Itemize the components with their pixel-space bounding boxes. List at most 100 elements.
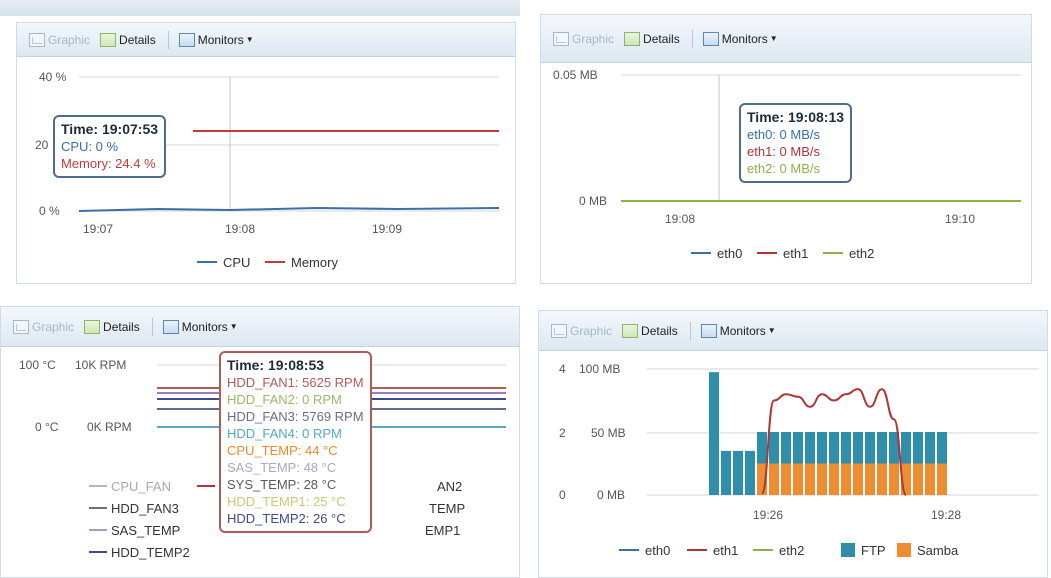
legend-samba-label[interactable]: Samba	[917, 543, 959, 558]
legend-hdd-fan3-label[interactable]: HDD_FAN3	[111, 501, 179, 516]
ftp-bar	[709, 372, 719, 495]
legend-eth1-label[interactable]: eth1	[783, 246, 808, 261]
samba-bar	[769, 463, 779, 495]
chevron-down-icon: ▼	[769, 34, 778, 43]
details-button[interactable]: Details	[618, 320, 682, 342]
graphic-button[interactable]: Graphic	[549, 28, 618, 50]
y-tick-label: 2	[559, 426, 566, 440]
legend-eth0-label[interactable]: eth0	[645, 543, 670, 558]
panel-toolbar: Graphic Details Monitors ▼	[539, 311, 1047, 351]
legend-hdd-temp2-label[interactable]: HDD_TEMP2	[111, 545, 190, 560]
monitors-icon	[162, 319, 179, 334]
ftp-bar	[937, 432, 947, 464]
tooltip-cpu: CPU: 0 %	[61, 139, 119, 154]
x-tick-label: 19:09	[372, 222, 402, 236]
ftp-bar	[865, 432, 875, 464]
ftp-bar	[841, 432, 851, 464]
tooltip-eth0: eth0: 0 MB/s	[747, 127, 820, 142]
chart-tooltip: Time: 19:07:53 CPU: 0 % Memory: 24.4 %	[53, 115, 167, 178]
graphic-button[interactable]: Graphic	[9, 316, 78, 338]
samba-bar	[889, 463, 899, 495]
x-tick-label: 19:08	[665, 212, 695, 226]
legend-eth0-label[interactable]: eth0	[717, 246, 742, 261]
graphic-icon	[553, 31, 569, 46]
ftp-bar	[913, 432, 923, 464]
monitors-dropdown[interactable]: Monitors ▼	[697, 320, 780, 342]
legend-partial-label[interactable]: AN2	[437, 479, 462, 494]
samba-bar	[925, 463, 935, 495]
tooltip-hdd-fan4: HDD_FAN4: 0 RPM	[227, 426, 342, 441]
details-button[interactable]: Details	[96, 29, 160, 51]
window-top-strip	[0, 0, 520, 16]
hardware-monitor-panel: Graphic Details Monitors ▼ 100 °C 10K RPM…	[0, 306, 520, 578]
legend-memory-label[interactable]: Memory	[291, 255, 338, 270]
y-tick-label: 0 %	[39, 204, 60, 218]
graphic-icon	[13, 319, 29, 334]
chevron-down-icon: ▼	[229, 322, 238, 331]
tooltip-time: Time: 19:08:13	[747, 109, 845, 125]
legend-sas-temp-label[interactable]: SAS_TEMP	[111, 523, 180, 538]
legend-partial-label[interactable]: EMP1	[425, 523, 460, 538]
system-monitor-panel: Graphic Details Monitors ▼ 40 % 20 0 % 19…	[16, 22, 516, 284]
ftp-bar	[805, 432, 815, 464]
chevron-down-icon: ▼	[767, 326, 776, 335]
ftp-bar	[925, 432, 935, 464]
samba-bar	[853, 463, 863, 495]
tooltip-hdd-temp1: HDD_TEMP1: 25 °C	[227, 494, 346, 509]
graphic-button[interactable]: Graphic	[25, 29, 94, 51]
y-tick-label-right: 0 MB	[597, 488, 625, 502]
samba-bar	[793, 463, 803, 495]
details-icon	[624, 31, 641, 46]
samba-bar	[865, 463, 875, 495]
toolbar-separator	[691, 29, 693, 48]
tooltip-hdd-temp2: HDD_TEMP2: 26 °C	[227, 511, 346, 526]
graphic-button[interactable]: Graphic	[547, 320, 616, 342]
details-icon	[100, 32, 117, 47]
panel-toolbar: Graphic Details Monitors ▼	[541, 15, 1031, 63]
legend-cpu-fan-label[interactable]: CPU_FAN	[111, 479, 171, 494]
legend-eth2-label[interactable]: eth2	[779, 543, 804, 558]
samba-bar	[829, 463, 839, 495]
legend-ftp-swatch	[841, 543, 855, 557]
legend-eth1-label[interactable]: eth1	[713, 543, 738, 558]
tooltip-cpu-temp: CPU_TEMP: 44 °C	[227, 443, 338, 458]
chevron-down-icon: ▼	[245, 35, 254, 44]
legend-ftp-label[interactable]: FTP	[861, 543, 886, 558]
tooltip-hdd-fan3: HDD_FAN3: 5769 RPM	[227, 409, 364, 424]
monitors-dropdown[interactable]: Monitors ▼	[159, 316, 242, 338]
tooltip-time: Time: 19:08:53	[227, 357, 325, 373]
samba-bar	[817, 463, 827, 495]
ftp-bar	[877, 432, 887, 464]
network-monitor-panel: Graphic Details Monitors ▼ 0.05 MB 0 MB 1…	[540, 14, 1032, 284]
samba-bar	[805, 463, 815, 495]
legend-samba-swatch	[897, 543, 911, 557]
y-tick-label: 40 %	[39, 70, 67, 84]
monitors-dropdown[interactable]: Monitors ▼	[699, 28, 782, 50]
y-tick-label-temp: 0 °C	[35, 420, 59, 434]
samba-bar	[877, 463, 887, 495]
ftp-bar	[757, 432, 767, 464]
x-tick-label: 19:26	[753, 508, 783, 522]
monitors-dropdown[interactable]: Monitors ▼	[175, 29, 258, 51]
panel-toolbar: Graphic Details Monitors ▼	[17, 23, 515, 57]
details-button[interactable]: Details	[620, 28, 684, 50]
legend-cpu-label[interactable]: CPU	[223, 255, 250, 270]
legend-partial-label[interactable]: TEMP	[429, 501, 465, 516]
x-tick-label: 19:07	[83, 222, 113, 236]
y-tick-label-right: 100 MB	[579, 362, 620, 376]
details-button[interactable]: Details	[80, 316, 144, 338]
samba-bar	[781, 463, 791, 495]
y-tick-label: 4	[559, 362, 566, 376]
legend-eth2-label[interactable]: eth2	[849, 246, 874, 261]
chart-tooltip: Time: 19:08:13 eth0: 0 MB/s eth1: 0 MB/s…	[739, 103, 853, 183]
y-tick-label-rpm: 10K RPM	[75, 358, 126, 372]
details-icon	[84, 319, 101, 334]
services-monitor-panel: Graphic Details Monitors ▼ 4 100 MB 2 50 …	[538, 310, 1048, 578]
y-tick-label: 20	[35, 138, 49, 152]
services-chart: 4 100 MB 2 50 MB 0 0 MB 19:26 19:28 eth0…	[559, 362, 1039, 558]
toolbar-separator	[167, 30, 169, 49]
ftp-bar	[781, 432, 791, 464]
tooltip-hdd-fan2: HDD_FAN2: 0 RPM	[227, 392, 342, 407]
y-tick-label-rpm: 0K RPM	[87, 420, 132, 434]
ftp-bar	[721, 450, 731, 495]
